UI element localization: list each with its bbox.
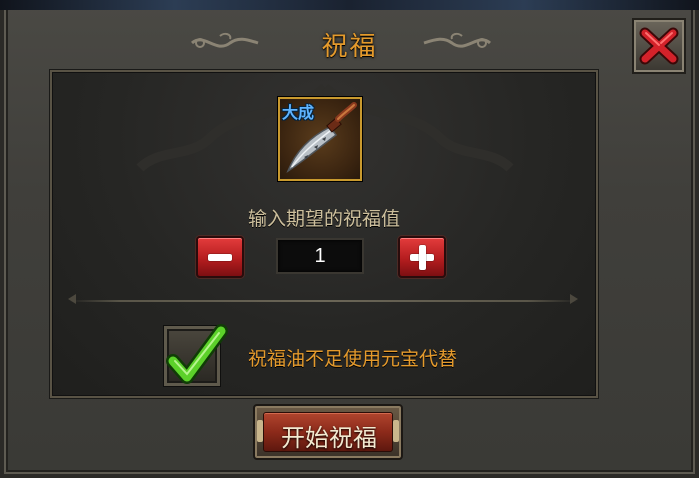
- blessing-panel: 大成 输入期望的祝福值 1 祝福油不足使用元宝代替: [50, 70, 598, 398]
- dialog-title: 祝福: [321, 32, 378, 62]
- increase-button[interactable]: [398, 236, 446, 278]
- use-ingot-label: 祝福油不足使用元宝代替: [248, 348, 458, 370]
- title-bar: 祝福: [0, 20, 699, 66]
- close-x-icon: [639, 27, 679, 65]
- button-cap-right: [393, 420, 399, 442]
- start-blessing-label: 开始祝福: [281, 424, 377, 452]
- item-grade-badge: 大成: [282, 103, 315, 122]
- divider-end-icon: [68, 294, 76, 304]
- decrease-button[interactable]: [196, 236, 244, 278]
- right-flourish-icon: [423, 32, 492, 48]
- use-ingot-checkbox[interactable]: [164, 324, 228, 386]
- start-button-face: 开始祝福: [263, 412, 393, 452]
- divider-end-icon: [570, 294, 578, 304]
- blessing-value-input[interactable]: 1: [276, 238, 364, 274]
- close-button[interactable]: [632, 18, 686, 74]
- start-blessing-button[interactable]: 开始祝福: [253, 404, 403, 460]
- item-slot[interactable]: 大成: [278, 97, 362, 181]
- checkmark-icon: [166, 324, 228, 384]
- section-divider: [70, 300, 578, 302]
- blessing-prompt: 输入期望的祝福值: [247, 208, 400, 230]
- top-border: [0, 0, 699, 10]
